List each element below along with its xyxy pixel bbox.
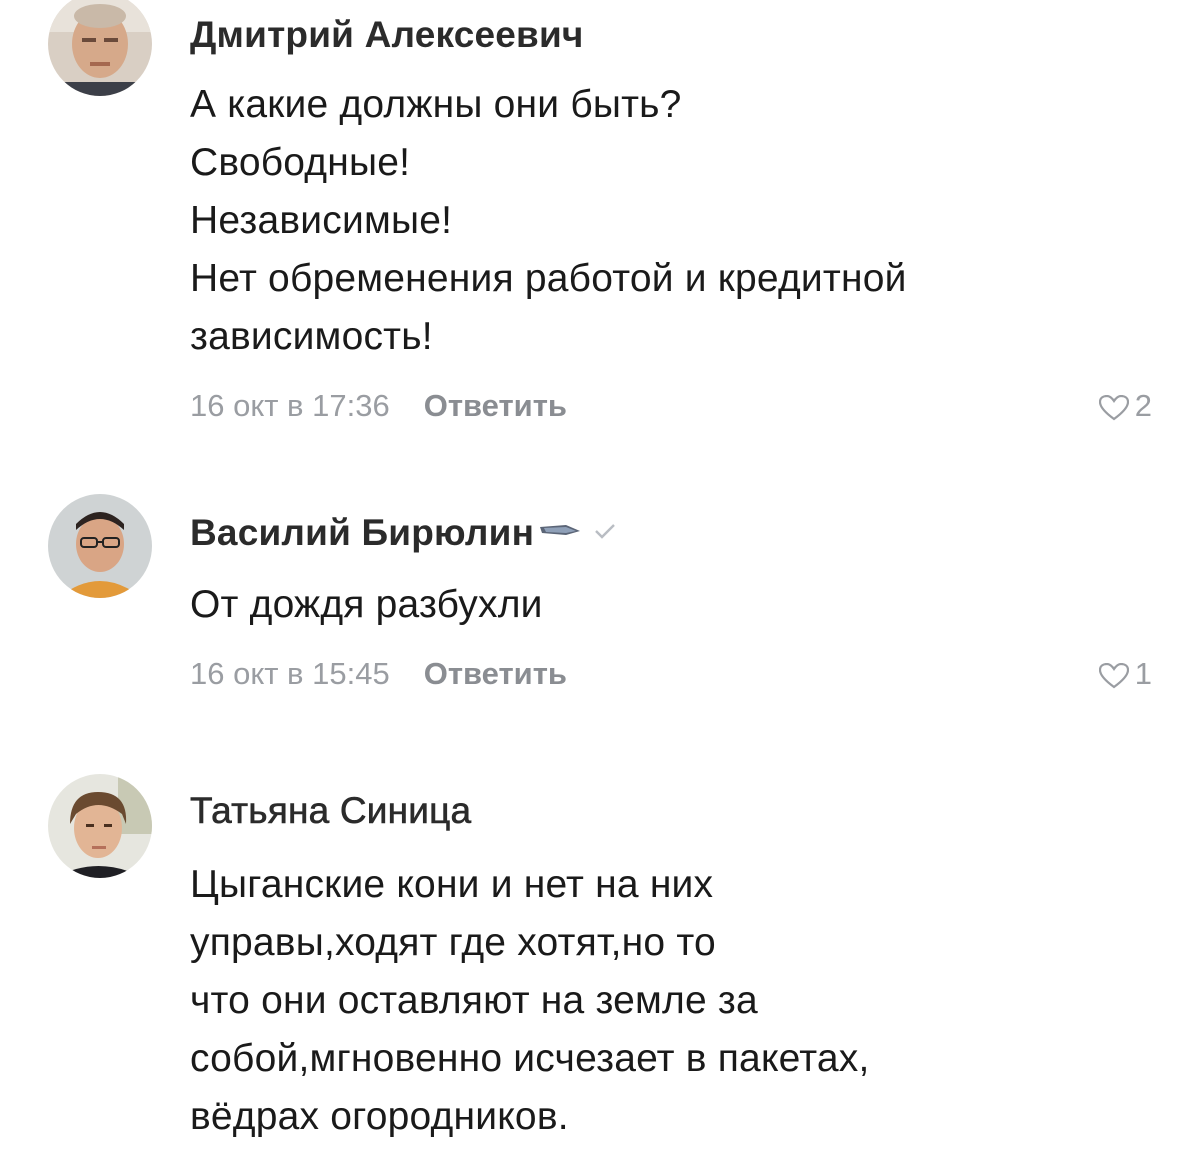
feather-badge-icon <box>540 524 615 539</box>
like-count: 1 <box>1134 656 1152 691</box>
heart-icon <box>1098 394 1129 421</box>
comment-timestamp: 16 окт в 15:45 <box>190 656 390 691</box>
avatar[interactable] <box>48 494 152 598</box>
comment-text-line: вёдрах огородников. <box>190 1095 569 1138</box>
avatar-photo <box>48 774 152 878</box>
reply-button[interactable]: Ответить <box>424 656 567 691</box>
comment-text: А какие должны они быть? Свободные! Неза… <box>190 76 907 366</box>
comment-timestamp: 16 окт в 17:36 <box>190 388 390 423</box>
avatar[interactable] <box>48 0 152 96</box>
like-count: 2 <box>1134 388 1152 423</box>
comment-text-line: А какие должны они быть? <box>190 83 682 126</box>
comment-text-line: зависимость! <box>190 315 433 358</box>
comment-author[interactable]: Татьяна Синица <box>190 790 472 832</box>
avatar[interactable] <box>48 774 152 878</box>
comment-text-line: Независимые! <box>190 199 453 242</box>
comment-text: От дождя разбухли <box>190 576 543 634</box>
comment-author[interactable]: Дмитрий Алексеевич <box>190 14 584 56</box>
comment-text-line: Свободные! <box>190 141 411 184</box>
avatar-photo <box>48 494 152 598</box>
comment-meta: 16 окт в 17:36 Ответить <box>190 388 567 424</box>
comment-author: Василий Бирюлин <box>190 512 620 556</box>
avatar-photo <box>48 0 152 96</box>
comment-text-line: Цыганские кони и нет на них <box>190 863 714 906</box>
comment-meta: 16 окт в 15:45 Ответить <box>190 656 567 692</box>
comment-text-line: От дождя разбухли <box>190 583 543 626</box>
comment-text-line: Нет обременения работой и кредитной <box>190 257 907 300</box>
comment-text-line: что они оставляют на земле за <box>190 979 758 1022</box>
comment-author-name[interactable]: Василий Бирюлин <box>190 512 534 553</box>
heart-icon <box>1098 662 1129 689</box>
comment-text-line: управы,ходят где хотят,но то <box>190 921 716 964</box>
reply-button[interactable]: Ответить <box>424 388 567 423</box>
comment-text-line: собой,мгновенно исчезает в пакетах, <box>190 1037 870 1080</box>
like-button[interactable]: 2 <box>1098 388 1152 424</box>
author-badges <box>536 514 620 556</box>
comment-text: Цыганские кони и нет на них управы,ходят… <box>190 856 869 1146</box>
like-button[interactable]: 1 <box>1098 656 1152 692</box>
